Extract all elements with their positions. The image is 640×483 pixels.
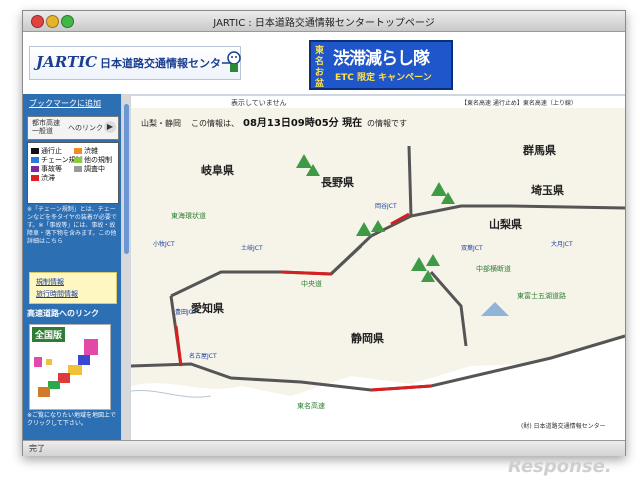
legend-swatch xyxy=(74,148,82,154)
legend-item: 調査中 xyxy=(74,164,105,173)
select-line-1: 都市高速 一般道 xyxy=(32,119,60,135)
jct-label: 名古屋JCT xyxy=(189,352,217,360)
legend-label: 調査中 xyxy=(84,165,105,173)
legend-item: 渋雑 xyxy=(74,146,98,155)
road-type-select[interactable]: 都市高速 一般道 へのリンク ▶ xyxy=(27,116,119,140)
legend-item: 渋滞 xyxy=(31,173,55,182)
road-label: 中部横断道 xyxy=(476,264,511,273)
ryoko-link[interactable]: 旅行時間情報 xyxy=(36,289,78,299)
legend-swatch xyxy=(74,166,82,172)
legend-label: 事故等 xyxy=(41,165,62,173)
legend-label: 他の規制 xyxy=(84,156,112,164)
road-label: 中央道 xyxy=(301,279,322,288)
mascot-icon xyxy=(227,51,241,72)
logo-org-name: 日本道路交通情報センター xyxy=(100,57,232,70)
legend-swatch xyxy=(31,157,39,163)
status-bar: 完了 xyxy=(23,440,625,456)
japan-mini-map[interactable]: 全国版 xyxy=(29,324,111,410)
road-label: 東富士五湖道路 xyxy=(517,291,566,300)
prefecture-label: 長野県 xyxy=(321,176,354,189)
legend-swatch xyxy=(31,166,39,172)
map-copyright: (財) 日本道路交通情報センター xyxy=(521,422,606,430)
road-label: 東海環状道 xyxy=(171,211,206,220)
response-watermark: Response. xyxy=(508,456,612,477)
scrollbar-thumb[interactable] xyxy=(124,104,129,254)
legend-label: 渋雑 xyxy=(84,147,98,155)
window-title: JARTIC : 日本道路交通情報センタートップページ xyxy=(213,18,435,29)
chevron-right-icon: ▶ xyxy=(104,121,116,133)
prefecture-label: 埼玉県 xyxy=(531,183,564,197)
prefecture-label: 山梨県 xyxy=(489,217,522,231)
jct-label: 豊田JCT xyxy=(175,308,197,316)
map-time-prefix: この情報は、 xyxy=(191,118,239,128)
highway-links-title: 高速道路へのリンク xyxy=(27,309,99,318)
logo-text: JARTIC xyxy=(36,53,98,71)
browser-window: JARTIC : 日本道路交通情報センタートップページ JARTIC 日本道路交… xyxy=(22,10,626,456)
jct-label: 大月JCT xyxy=(551,240,573,248)
jct-label: 双葉JCT xyxy=(461,244,483,252)
sidebar-scrollbar[interactable] xyxy=(123,94,130,440)
traffic-map[interactable]: 表示していません 【東名高速 通行止め】東名高速（上り線） 山梨・静岡 この情報… xyxy=(130,96,626,440)
prefecture-label: 群馬県 xyxy=(522,143,556,157)
map-notice: 表示していません xyxy=(231,98,287,107)
prefecture-label: 静岡県 xyxy=(351,331,384,345)
legend-item: 通行止 xyxy=(31,146,62,155)
map-canvas[interactable]: 表示していません 【東名高速 通行止め】東名高速（上り線） 山梨・静岡 この情報… xyxy=(130,96,626,440)
page-header: JARTIC 日本道路交通情報センター 東名お盆 渋滞減らし隊 ETC 限定 キ… xyxy=(23,32,625,94)
sidebar-footer-note: ※ご覧になりたい地域を地図上でクリックして下さい。 xyxy=(27,412,117,427)
banner-small-text: 東名お盆 xyxy=(315,46,325,89)
map-time-suffix: の情報です xyxy=(367,118,407,128)
legend-swatch xyxy=(31,148,39,154)
title-bar: JARTIC : 日本道路交通情報センタートップページ xyxy=(23,11,625,32)
status-text: 完了 xyxy=(29,444,45,453)
traffic-legend: 通行止 渋雑 チェーン規制 他の規制 事故等 調査中 渋滞 xyxy=(27,142,119,204)
legend-swatch xyxy=(74,157,82,163)
jct-label: 小牧JCT xyxy=(153,240,175,248)
select-link-text: へのリンク xyxy=(68,124,103,132)
map-region-label: 山梨・静岡 xyxy=(141,118,181,128)
legend-label: 渋滞 xyxy=(41,174,55,182)
prefecture-label: 岐阜県 xyxy=(201,163,234,177)
kisei-link[interactable]: 規制情報 xyxy=(36,277,64,287)
campaign-banner[interactable]: 東名お盆 渋滞減らし隊 ETC 限定 キャンペーン xyxy=(309,40,453,90)
jct-label: 土岐JCT xyxy=(241,244,263,252)
legend-swatch xyxy=(31,175,39,181)
left-sidebar: ブックマークに追加 都市高速 一般道 へのリンク ▶ 通行止 渋雑 チェーン規制 他の規… xyxy=(23,94,121,440)
legend-notes: ※「チェーン規制」とは、チェーンなどを冬タイヤの装着が必要です。※「事故等」には… xyxy=(27,206,117,245)
bookmark-link[interactable]: ブックマークに追加 xyxy=(29,98,115,109)
legend-label: 通行止 xyxy=(41,147,62,155)
legend-item: 事故等 xyxy=(31,164,62,173)
jartic-logo[interactable]: JARTIC 日本道路交通情報センター xyxy=(29,46,241,80)
banner-sub-text: ETC 限定 キャンペーン xyxy=(335,73,432,83)
zenkoku-button[interactable]: 全国版 xyxy=(32,327,66,342)
road-label: 東名高速 xyxy=(297,401,325,410)
jct-label: 岡谷JCT xyxy=(375,202,397,210)
legend-item: 他の規制 xyxy=(74,155,112,164)
map-time-value: 08月13日09時05分 現在 xyxy=(243,116,362,129)
banner-main-text: 渋滞減らし隊 xyxy=(333,49,430,69)
map-legend-right: 【東名高速 通行止め】東名高速（上り線） xyxy=(461,99,577,107)
info-links-box: 規制情報 旅行時間情報 xyxy=(29,272,117,304)
